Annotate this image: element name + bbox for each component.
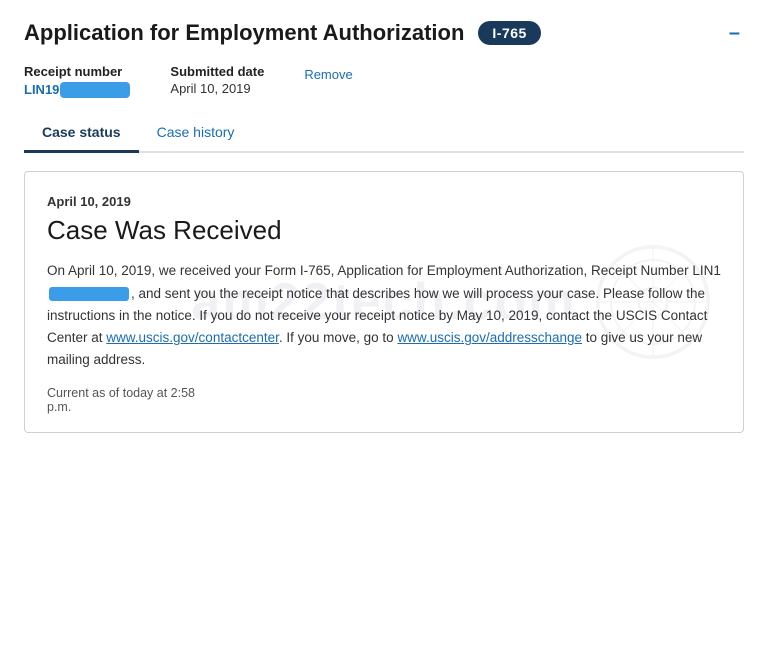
status-title: Case Was Received (47, 215, 721, 246)
meta-row: Receipt number LIN19 Submitted date Apri… (24, 64, 744, 98)
current-as-of-line2: p.m. (47, 400, 71, 414)
main-container: Application for Employment Authorization… (0, 0, 768, 453)
tab-case-history[interactable]: Case history (139, 114, 253, 153)
form-badge: I-765 (478, 21, 540, 45)
status-card: am22tech.com April 10, 2019 Case Was Rec… (24, 171, 744, 432)
page-title: Application for Employment Authorization (24, 20, 464, 46)
status-body: On April 10, 2019, we received your Form… (47, 260, 721, 371)
current-as-of: Current as of today at 2:58 p.m. (47, 386, 721, 414)
tab-case-status[interactable]: Case status (24, 114, 139, 153)
status-card-inner: April 10, 2019 Case Was Received On Apri… (47, 194, 721, 413)
header-row: Application for Employment Authorization… (24, 20, 744, 46)
submitted-label: Submitted date (170, 64, 264, 79)
receipt-number-value: LIN19 (24, 81, 130, 98)
receipt-redacted-bar (60, 82, 130, 98)
current-as-of-line1: Current as of today at 2:58 (47, 386, 195, 400)
body-text-1: On April 10, 2019, we received your Form… (47, 263, 721, 278)
status-date: April 10, 2019 (47, 194, 721, 209)
uscis-contact-link[interactable]: www.uscis.gov/contactcenter (106, 330, 279, 345)
receipt-redacted-inline (49, 287, 129, 301)
minimize-button[interactable]: – (725, 23, 744, 43)
submitted-value: April 10, 2019 (170, 81, 264, 96)
receipt-number-block: Receipt number LIN19 (24, 64, 130, 98)
header-left: Application for Employment Authorization… (24, 20, 541, 46)
tabs-row: Case status Case history (24, 114, 744, 153)
receipt-label: Receipt number (24, 64, 130, 79)
uscis-address-link[interactable]: www.uscis.gov/addresschange (397, 330, 582, 345)
body-text-3: . If you move, go to (279, 330, 398, 345)
remove-block: Remove (304, 64, 352, 82)
submitted-date-block: Submitted date April 10, 2019 (170, 64, 264, 96)
remove-link[interactable]: Remove (304, 63, 352, 82)
receipt-prefix: LIN19 (24, 82, 59, 97)
